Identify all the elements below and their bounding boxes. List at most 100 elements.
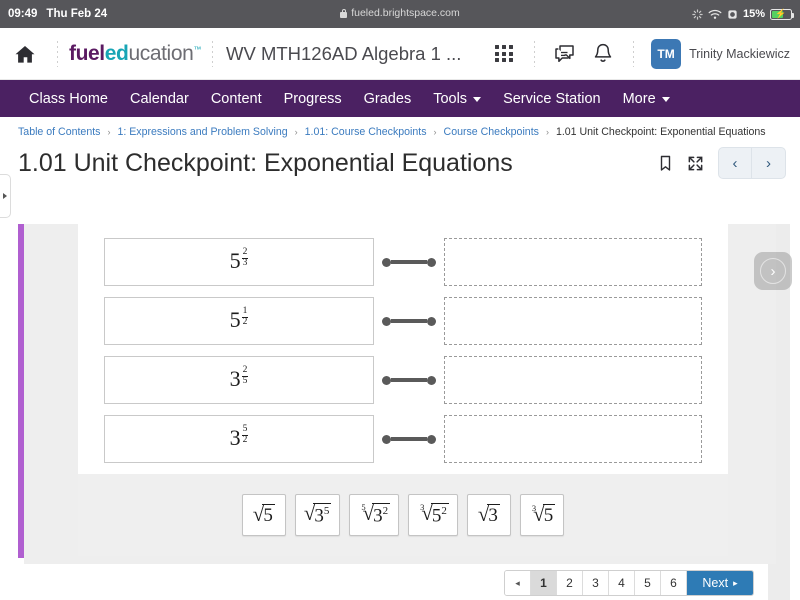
answer-tile[interactable]: √35	[295, 494, 341, 536]
radical-expression: √3	[478, 504, 500, 527]
nav-item-calendar[interactable]: Calendar	[119, 80, 200, 117]
chevron-down-icon	[473, 97, 481, 102]
fueleducation-logo[interactable]: fueleducation™	[69, 42, 201, 66]
page-next-button[interactable]: ›	[752, 148, 785, 178]
radicand-base: 3	[488, 505, 498, 526]
header-divider-1	[57, 41, 58, 67]
radicand-base: 5	[544, 505, 554, 526]
connector-bar	[391, 437, 427, 441]
connector-bar	[391, 319, 427, 323]
chevron-down-icon	[662, 97, 670, 102]
home-icon[interactable]	[14, 44, 36, 64]
grid-apps-icon[interactable]	[485, 35, 523, 73]
radicand: 5	[262, 504, 275, 527]
breadcrumb-current: 1.01 Unit Checkpoint: Exponential Equati…	[556, 126, 766, 138]
status-date: Thu Feb 24	[46, 8, 107, 20]
match-connector[interactable]	[382, 258, 436, 267]
radicand-exponent: 5	[324, 505, 330, 517]
sidebar-expand-tab[interactable]	[0, 174, 11, 218]
drop-zone[interactable]	[444, 415, 702, 463]
breadcrumb-link[interactable]: Course Checkpoints	[444, 126, 539, 138]
pagination-page-1[interactable]: 1	[531, 571, 557, 595]
radicand: 3	[487, 504, 500, 527]
term-box: 325	[104, 356, 374, 404]
pagination-page-5[interactable]: 5	[635, 571, 661, 595]
pagination-page-6[interactable]: 6	[661, 571, 687, 595]
logo-trademark: ™	[193, 45, 201, 54]
answer-tile[interactable]: 3√5	[520, 494, 564, 536]
breadcrumb-link[interactable]: Table of Contents	[18, 126, 100, 138]
connector-dot-left	[382, 376, 391, 385]
nav-item-service-station[interactable]: Service Station	[492, 80, 612, 117]
connector-dot-left	[382, 317, 391, 326]
radical-expression: 3√5	[529, 504, 555, 527]
nav-item-label: More	[623, 91, 656, 107]
battery-percent: 15%	[743, 8, 765, 20]
exponential-expression: 325	[230, 366, 249, 395]
match-connector[interactable]	[382, 435, 436, 444]
connector-dot-left	[382, 435, 391, 444]
pagination-page-2[interactable]: 2	[557, 571, 583, 595]
header-divider-2	[212, 41, 213, 67]
match-connector[interactable]	[382, 376, 436, 385]
status-time: 09:49	[8, 8, 37, 20]
fraction-exponent: 52	[242, 425, 249, 446]
content-next-overlay-button[interactable]: ›	[754, 252, 792, 290]
spinner-icon	[692, 9, 703, 20]
breadcrumb-link[interactable]: 1: Expressions and Problem Solving	[117, 126, 287, 138]
nav-item-label: Class Home	[29, 91, 108, 107]
fraction-denominator: 5	[242, 377, 249, 387]
main-navigation: Class Home CalendarContentProgress Grades T…	[0, 80, 800, 117]
nav-item-tools[interactable]: Tools	[422, 80, 492, 117]
radicand-base: 3	[373, 505, 383, 526]
fraction-denominator: 2	[242, 436, 249, 446]
drop-zone[interactable]	[444, 356, 702, 404]
expression-base: 3	[230, 366, 241, 391]
nav-item-content[interactable]: Content	[200, 80, 273, 117]
pagination-page-4[interactable]: 4	[609, 571, 635, 595]
avatar[interactable]: TM	[651, 39, 681, 69]
radical-index: 3	[532, 503, 536, 513]
page-prev-button[interactable]: ‹	[719, 148, 752, 178]
radical-expression: 3√52	[417, 503, 449, 527]
answer-tile[interactable]: √3	[467, 494, 511, 536]
pagination-page-3[interactable]: 3	[583, 571, 609, 595]
match-connector[interactable]	[382, 317, 436, 326]
radicand-base: 5	[263, 505, 273, 526]
connector-dot-left	[382, 258, 391, 267]
term-box: 523	[104, 238, 374, 286]
answer-tile[interactable]: 5√32	[349, 494, 399, 536]
header-icon-group	[485, 35, 645, 73]
nav-item-more[interactable]: More	[612, 80, 681, 117]
pagination: ◂123456Next▸	[504, 570, 754, 596]
user-name[interactable]: Trinity Mackiewicz	[689, 47, 790, 61]
nav-item-label: Tools	[433, 91, 467, 107]
nav-item-grades[interactable]: Grades	[353, 80, 423, 117]
connector-bar	[391, 260, 427, 264]
answer-tile[interactable]: √5	[242, 494, 286, 536]
course-selector[interactable]: WV MTH126AD Algebra 1 ...	[226, 43, 461, 65]
radical-index: 3	[420, 502, 424, 512]
fraction-exponent: 23	[242, 248, 249, 269]
radical-expression: √35	[304, 503, 332, 527]
logo-part-2: ed	[105, 42, 129, 65]
fullscreen-expand-icon[interactable]	[680, 148, 710, 178]
chat-bubble-icon[interactable]	[546, 35, 584, 73]
notification-bell-icon[interactable]	[584, 35, 622, 73]
drop-zone[interactable]	[444, 238, 702, 286]
lock-icon	[340, 9, 347, 18]
browser-url-row: fueled.brightspace.com	[0, 7, 800, 19]
nav-item-progress[interactable]: Progress	[273, 80, 353, 117]
pagination-prev-button[interactable]: ◂	[505, 571, 531, 595]
status-bar-left: 09:49 Thu Feb 24	[8, 8, 107, 20]
bookmark-icon[interactable]	[650, 148, 680, 178]
page-title: 1.01 Unit Checkpoint: Exponential Equati…	[18, 149, 513, 178]
nav-item-label: Grades	[364, 91, 412, 107]
drop-zone[interactable]	[444, 297, 702, 345]
pagination-next-button[interactable]: Next▸	[687, 571, 753, 595]
logo-part-3: ucation	[128, 42, 193, 65]
answer-tile[interactable]: 3√52	[408, 494, 458, 536]
breadcrumb-link[interactable]: 1.01: Course Checkpoints	[305, 126, 427, 138]
app-header: fueleducation™ WV MTH126AD Algebra 1 ...…	[0, 28, 800, 80]
nav-item-class-home[interactable]: Class Home	[18, 80, 119, 117]
